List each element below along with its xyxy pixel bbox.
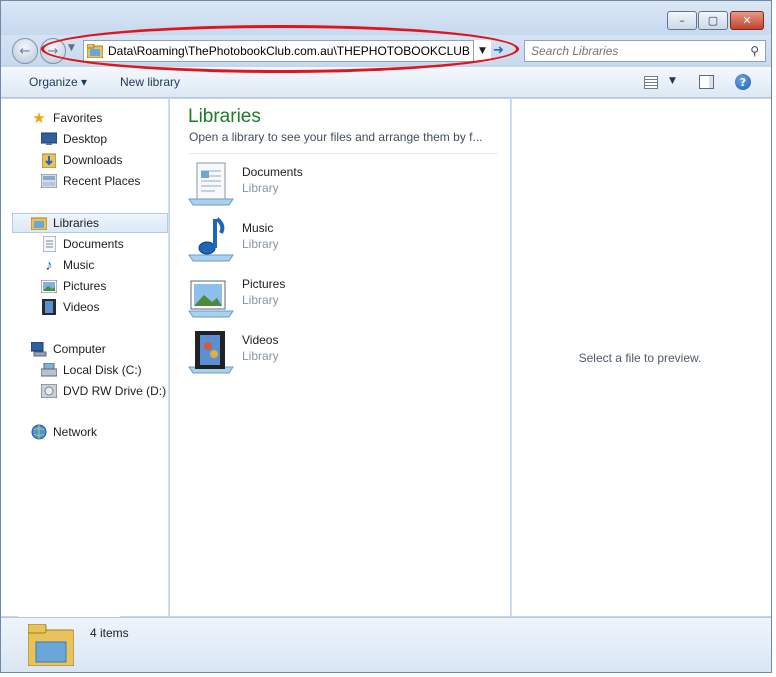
search-box[interactable]: ⚲ (524, 40, 766, 62)
nav-videos[interactable]: Videos (1, 297, 167, 317)
nav-computer[interactable]: Computer (1, 339, 167, 359)
page-title: Libraries (188, 106, 261, 127)
nav-desktop[interactable]: Desktop (1, 129, 167, 149)
close-icon: ✕ (742, 14, 752, 27)
music-icon: ♪ (45, 256, 53, 274)
library-item-documents[interactable]: Documents Library (187, 159, 447, 209)
desktop-icon (41, 131, 57, 147)
item-count: 4 items (90, 626, 129, 640)
annotation-circle (41, 25, 519, 73)
nav-network[interactable]: Network (1, 422, 167, 442)
star-icon: ★ (32, 110, 46, 127)
maximize-icon: ▢ (707, 14, 719, 27)
nav-recent-places[interactable]: Recent Places (1, 171, 167, 191)
library-name: Videos (242, 333, 279, 347)
nav-network-label: Network (53, 425, 98, 439)
recent-places-icon (41, 173, 57, 189)
dvd-icon (41, 383, 57, 399)
nav-local-disk-label: Local Disk (C:) (63, 363, 142, 377)
nav-music-label: Music (63, 258, 95, 272)
minimize-icon: – (679, 14, 685, 27)
search-input[interactable] (531, 44, 741, 58)
organize-button[interactable]: Organize ▾ (29, 75, 87, 89)
blank-panel (18, 577, 120, 622)
nav-favorites-label: Favorites (53, 111, 103, 125)
close-button[interactable]: ✕ (730, 11, 764, 30)
nav-local-disk[interactable]: Local Disk (C:) (1, 360, 167, 380)
nav-pictures[interactable]: Pictures (1, 276, 167, 296)
nav-pictures-label: Pictures (63, 279, 107, 293)
preview-pane: Select a file to preview. (511, 99, 771, 616)
maximize-button[interactable]: ▢ (698, 11, 728, 30)
blank-panel (29, 517, 162, 561)
content-pane: Libraries Open a library to see your fil… (170, 99, 510, 616)
navigation-pane: ★ Favorites Desktop Downloads Recent Pla… (1, 99, 169, 622)
nav-libraries[interactable]: Libraries (12, 213, 168, 233)
documents-library-icon (188, 162, 234, 206)
library-item-videos[interactable]: Videos Library (187, 327, 447, 377)
page-subtitle: Open a library to see your files and arr… (189, 130, 483, 144)
help-icon[interactable]: ? (735, 74, 751, 90)
computer-icon (31, 341, 47, 357)
library-item-music[interactable]: Music Library (187, 215, 447, 265)
libraries-folder-icon (28, 624, 74, 666)
command-bar: Organize ▾ New library ▼ ? (1, 67, 771, 98)
library-item-pictures[interactable]: Pictures Library (187, 271, 447, 321)
preview-message: Select a file to preview. (578, 351, 702, 365)
library-type: Library (242, 181, 279, 195)
libraries-icon (31, 215, 47, 231)
explorer-window: – ▢ ✕ ← → ▼ Data\Roaming\ThePhotobookClu… (0, 0, 772, 673)
nav-documents-label: Documents (63, 237, 124, 251)
nav-favorites[interactable]: ★ Favorites (1, 108, 167, 128)
pictures-icon (41, 278, 57, 294)
nav-videos-label: Videos (63, 300, 100, 314)
nav-recent-places-label: Recent Places (63, 174, 141, 188)
library-name: Music (242, 221, 274, 235)
nav-desktop-label: Desktop (63, 132, 108, 146)
videos-library-icon (188, 331, 234, 374)
nav-documents[interactable]: Documents (1, 234, 167, 254)
nav-downloads-label: Downloads (63, 153, 123, 167)
header-divider (188, 153, 498, 154)
music-library-icon (188, 217, 234, 262)
nav-downloads[interactable]: Downloads (1, 150, 167, 170)
nav-dvd-drive[interactable]: DVD RW Drive (D:) C (1, 381, 167, 401)
library-type: Library (242, 293, 279, 307)
change-view-icon[interactable] (644, 76, 658, 89)
library-type: Library (242, 237, 279, 251)
preview-pane-icon[interactable] (699, 75, 714, 89)
documents-icon (41, 236, 57, 252)
nav-dvd-drive-label: DVD RW Drive (D:) C (63, 384, 167, 398)
library-type: Library (242, 349, 279, 363)
search-icon[interactable]: ⚲ (750, 44, 759, 58)
views-dropdown[interactable]: ▼ (669, 76, 676, 86)
downloads-icon (41, 152, 57, 168)
details-pane: 4 items (1, 617, 771, 672)
back-arrow-icon: ← (19, 43, 31, 59)
videos-icon (41, 299, 57, 315)
new-library-button[interactable]: New library (120, 75, 180, 89)
back-button[interactable]: ← (12, 38, 38, 64)
library-name: Documents (242, 165, 303, 179)
pictures-library-icon (188, 280, 234, 318)
nav-libraries-label: Libraries (53, 216, 100, 230)
nav-music[interactable]: ♪ Music (1, 255, 167, 275)
network-icon (31, 424, 47, 440)
nav-computer-label: Computer (53, 342, 106, 356)
disk-icon (41, 362, 57, 378)
minimize-button[interactable]: – (667, 11, 697, 30)
library-name: Pictures (242, 277, 286, 291)
